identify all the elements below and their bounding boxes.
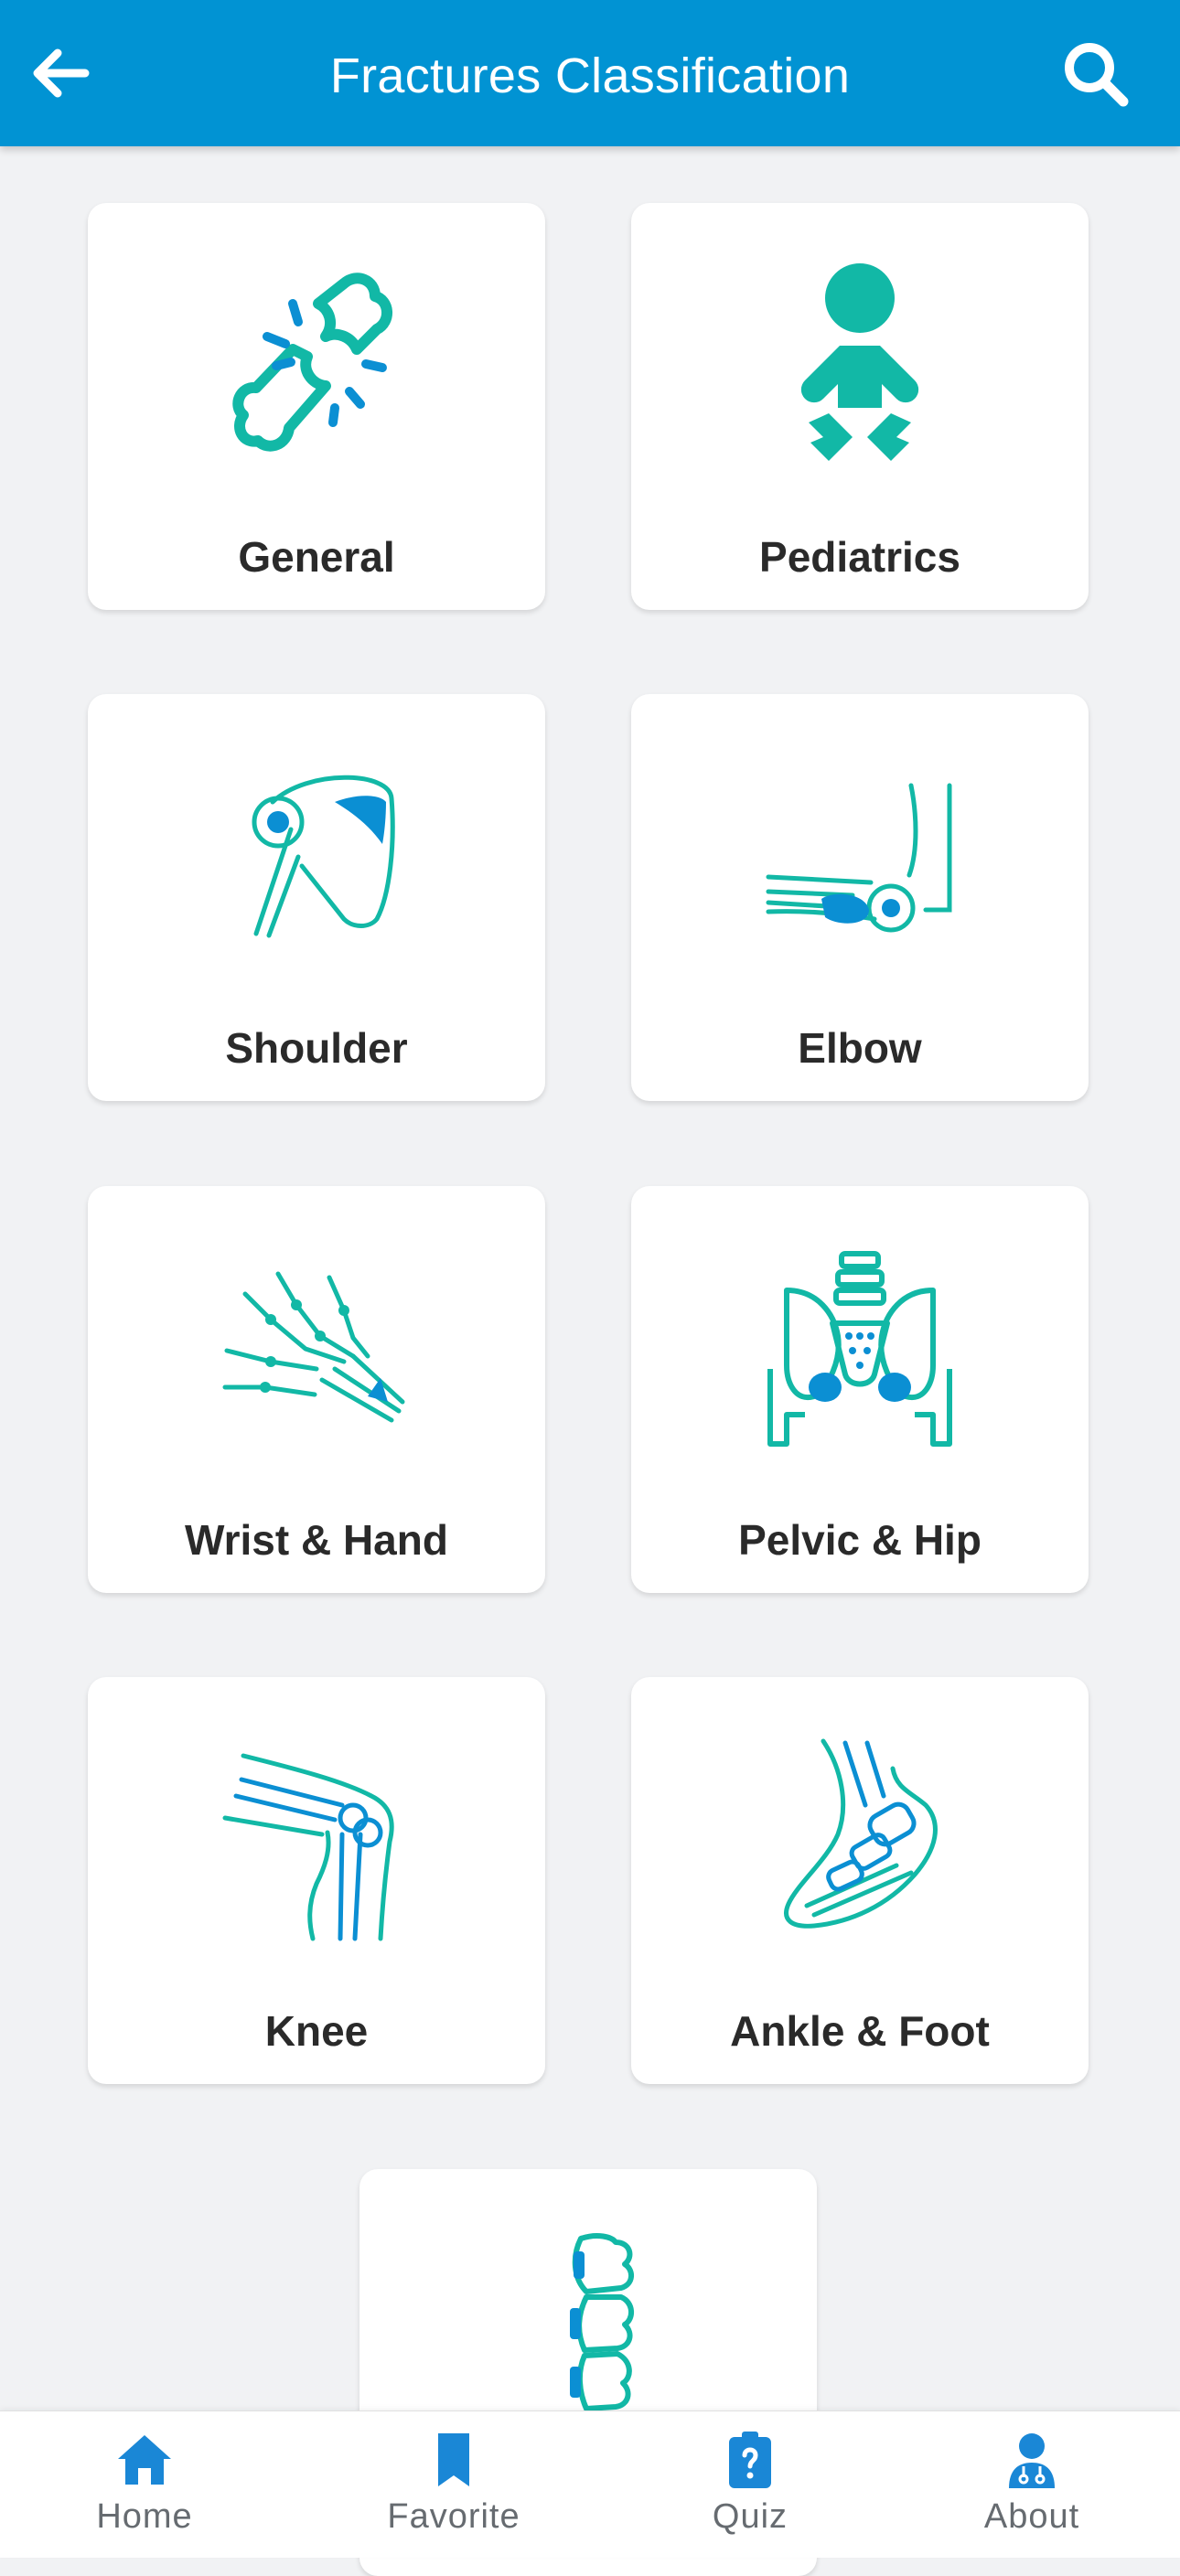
category-label: Pediatrics xyxy=(759,533,960,581)
bookmark-icon xyxy=(422,2428,486,2492)
nav-favorite-label: Favorite xyxy=(387,2497,520,2536)
shoulder-joint-icon xyxy=(207,749,426,968)
category-card-knee[interactable]: Knee xyxy=(88,1677,545,2084)
category-label: Wrist & Hand xyxy=(185,1516,448,1564)
home-icon xyxy=(113,2428,177,2492)
category-card-pelvic-hip[interactable]: Pelvic & Hip xyxy=(631,1186,1089,1593)
knee-joint-icon xyxy=(207,1732,426,1951)
nav-quiz-label: Quiz xyxy=(712,2497,788,2536)
nav-about[interactable]: About xyxy=(913,2411,1151,2558)
category-card-shoulder[interactable]: Shoulder xyxy=(88,694,545,1101)
category-card-elbow[interactable]: Elbow xyxy=(631,694,1089,1101)
elbow-joint-icon xyxy=(750,749,970,968)
search-button[interactable] xyxy=(1052,33,1140,115)
category-label: Ankle & Foot xyxy=(730,2007,990,2055)
page-title: Fractures Classification xyxy=(329,48,851,103)
category-label: Knee xyxy=(264,2007,369,2055)
foot-bones-icon xyxy=(750,1732,970,1951)
bottom-nav: Home Favorite Quiz About xyxy=(0,2410,1180,2558)
nav-home[interactable]: Home xyxy=(26,2411,263,2558)
search-icon xyxy=(1065,43,1129,107)
nav-favorite[interactable]: Favorite xyxy=(335,2411,573,2558)
category-card-wrist-hand[interactable]: Wrist & Hand xyxy=(88,1186,545,1593)
category-label: Elbow xyxy=(798,1024,922,1072)
app-bar: Fractures Classification xyxy=(0,0,1180,146)
category-card-pediatrics[interactable]: Pediatrics xyxy=(631,203,1089,610)
nav-home-label: Home xyxy=(96,2497,193,2536)
hand-bones-icon xyxy=(207,1241,426,1460)
category-card-ankle-foot[interactable]: Ankle & Foot xyxy=(631,1677,1089,2084)
quiz-icon xyxy=(718,2428,782,2492)
nav-about-label: About xyxy=(983,2497,1080,2536)
doctor-icon xyxy=(1000,2428,1064,2492)
nav-quiz[interactable]: Quiz xyxy=(631,2411,869,2558)
baby-icon xyxy=(750,258,970,477)
category-label: Pelvic & Hip xyxy=(738,1516,982,1564)
pelvis-icon xyxy=(750,1241,970,1460)
category-label: General xyxy=(238,533,395,581)
category-card-general[interactable]: General xyxy=(88,203,545,610)
broken-bone-icon xyxy=(207,258,426,477)
category-label: Shoulder xyxy=(225,1024,408,1072)
